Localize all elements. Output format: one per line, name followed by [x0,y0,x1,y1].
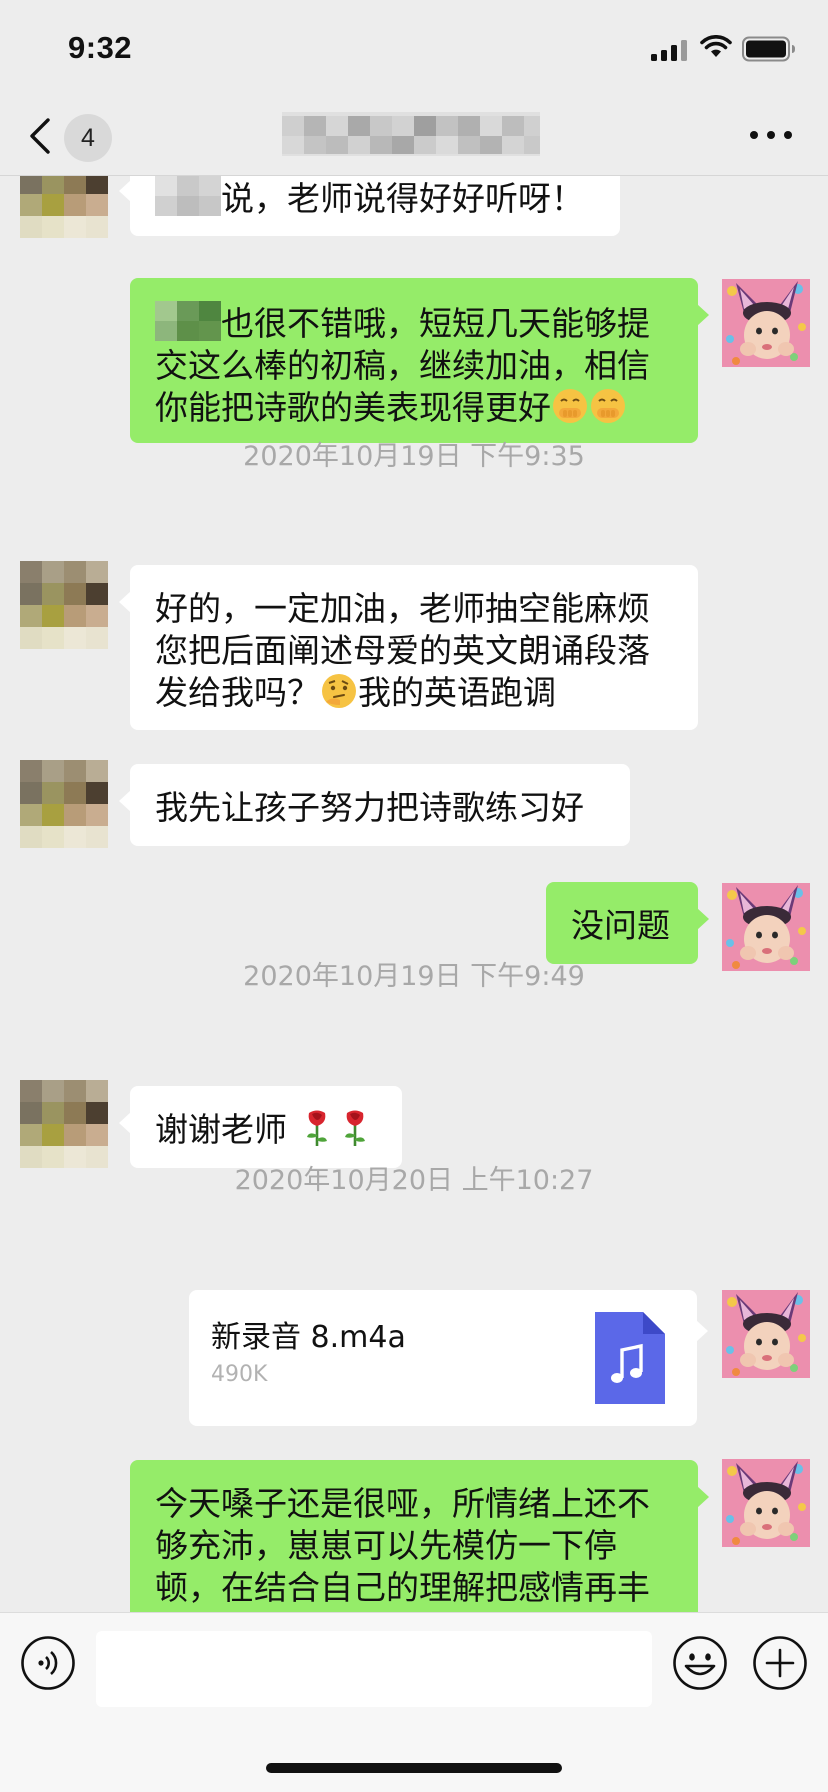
wifi-icon [700,35,732,63]
message-text-line: 够充沛，崽崽可以先模仿一下停 [155,1526,617,1565]
unread-count-badge: 4 [64,114,112,162]
emoji-button[interactable] [672,1635,728,1695]
status-time: 9:32 [68,30,133,65]
message-bubble-left[interactable]: 谢谢老师 [119,1086,402,1168]
back-button[interactable]: 4 [28,108,118,164]
message-text-line: 我的英语跑调 [358,673,556,712]
nav-bar: 4 [0,96,828,176]
thinking-face-emoji [320,672,358,710]
message-timestamp: 2020年10月19日 下午9:35 [243,441,585,472]
message-bubble-left[interactable]: 好的，一定加油，老师抽空能麻烦 您把后面阐述母爱的英文朗诵段落 发给我吗？ 我的英… [119,565,698,730]
shushing-face-emoji [551,387,589,425]
home-indicator [266,1763,562,1773]
chevron-left-icon [28,118,52,158]
voice-icon [20,1636,76,1695]
contact-avatar[interactable] [20,561,108,649]
chat-title-redacted [282,112,540,156]
rose-emoji [336,1109,374,1147]
chat-input-bar [0,1612,828,1792]
emoji-icon [672,1636,728,1695]
message-bubble-left[interactable]: 说，老师说得好好听呀！ [119,176,620,236]
message-text-line: 也很不错哦，短短几天能够提 [221,304,650,343]
message-text-line: 你能把诗歌的美表现得更好 [155,388,551,427]
rose-emoji [298,1109,336,1147]
message-bubble-right[interactable]: 今天嗓子还是很哑，所情绪上还不 够充沛，崽崽可以先模仿一下停 顿，在结合自己的理… [130,1460,709,1612]
file-name: 新录音 8.m4a [211,1320,406,1355]
file-message-card[interactable]: 新录音 8.m4a 490K [189,1290,708,1426]
status-bar: 9:32 [0,0,828,96]
redacted-name [155,301,221,341]
plus-icon [752,1636,808,1695]
contact-avatar[interactable] [20,760,108,848]
my-avatar[interactable] [722,279,810,367]
redacted-name [155,176,221,216]
shushing-face-emoji [589,387,627,425]
message-timestamp: 2020年10月20日 上午10:27 [234,1165,594,1196]
music-file-icon [595,1312,665,1408]
message-text-line: 顿，在结合自己的理解把感情再丰 [155,1568,650,1607]
message-text: 谢谢老师 [155,1110,287,1149]
more-dots-icon [746,131,796,154]
message-text: 说，老师说得好好听呀！ [221,179,584,218]
more-options-button[interactable] [746,120,796,150]
battery-icon [742,36,796,66]
message-text-line: 您把后面阐述母爱的英文朗诵段落 [155,631,650,670]
my-avatar[interactable] [722,1290,810,1378]
signal-icon [651,39,687,65]
my-avatar[interactable] [722,1459,810,1547]
contact-avatar[interactable] [20,1080,108,1168]
message-input[interactable] [96,1631,652,1707]
message-text: 没问题 [571,906,670,945]
file-size: 490K [211,1362,268,1387]
message-text-line: 交这么棒的初稿，继续加油，相信 [155,346,650,385]
message-bubble-right[interactable]: 也很不错哦，短短几天能够提 交这么棒的初稿，继续加油，相信 你能把诗歌的美表现得… [130,278,709,443]
message-list[interactable]: 说，老师说得好好听呀！ 也很不错哦，短短几天能够提 交这么棒的初稿，继续加油，相… [0,176,828,1612]
message-timestamp: 2020年10月19日 下午9:49 [243,961,585,992]
message-bubble-left[interactable]: 我先让孩子努力把诗歌练习好 [119,764,630,846]
message-text-line: 好的，一定加油，老师抽空能麻烦 [155,589,650,628]
message-text-line: 今天嗓子还是很哑，所情绪上还不 [155,1484,650,1523]
contact-avatar[interactable] [20,176,108,238]
voice-input-button[interactable] [20,1635,76,1695]
message-bubble-right[interactable]: 没问题 [546,882,709,964]
more-functions-button[interactable] [752,1635,808,1695]
message-text-line: 发给我吗？ [155,673,320,712]
message-text: 我先让孩子努力把诗歌练习好 [155,788,584,827]
